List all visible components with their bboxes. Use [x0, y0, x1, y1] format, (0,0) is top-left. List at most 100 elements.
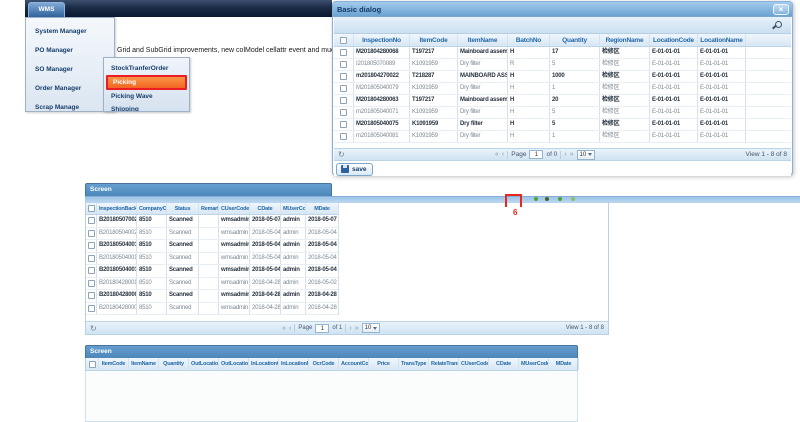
next-page-icon[interactable]: › — [564, 151, 566, 158]
refresh-icon[interactable]: ↻ — [90, 324, 97, 333]
dialog-titlebar[interactable]: Basic dialog — [333, 2, 792, 17]
submenu-item[interactable]: StockTranferOrder — [104, 62, 189, 75]
submenu-item[interactable]: Shipping — [104, 103, 189, 112]
save-button[interactable]: save — [336, 163, 373, 176]
column-header[interactable]: CDate — [489, 358, 519, 370]
column-header[interactable]: OcrCode — [309, 358, 339, 370]
select-all-checkbox[interactable] — [340, 37, 347, 44]
first-page-icon[interactable]: « — [495, 151, 499, 158]
table-row[interactable]: B201805040019 8510 Scanned wmsadmin 2018… — [86, 240, 338, 253]
column-header[interactable]: CUserCode — [459, 358, 489, 370]
menu-item[interactable]: SO Manager — [26, 60, 114, 79]
row-checkbox[interactable] — [88, 305, 95, 312]
column-header[interactable]: Quantity — [159, 358, 189, 370]
column-header[interactable]: Status — [167, 203, 199, 214]
column-header[interactable]: CompanyCode — [137, 203, 167, 214]
prev-page-icon[interactable]: ‹ — [502, 151, 504, 158]
next-page-icon[interactable]: › — [349, 325, 351, 332]
table-row[interactable]: m201805040071 K1091959 Dry filter H 5 检修… — [334, 107, 791, 119]
column-header[interactable]: ItemName — [129, 358, 159, 370]
column-header[interactable]: CDate — [250, 203, 281, 214]
green-dot-icon[interactable] — [534, 197, 538, 201]
table-row[interactable]: M201804280068 T197217 Mainboard assem H … — [334, 47, 791, 59]
select-all-checkbox[interactable] — [89, 361, 96, 368]
column-header[interactable]: MUserCode — [519, 358, 549, 370]
column-header[interactable]: Quantity — [550, 34, 600, 46]
row-checkbox[interactable] — [340, 61, 347, 68]
dark-dot-icon[interactable] — [545, 197, 549, 201]
column-header[interactable]: InspectionBack — [97, 203, 137, 214]
column-header[interactable]: LocationName — [698, 34, 746, 46]
submenu-item[interactable]: Picking — [106, 75, 187, 90]
menu-item[interactable]: System Manager — [26, 22, 114, 41]
column-header[interactable]: OutLocationNa — [219, 358, 249, 370]
column-header[interactable]: CUserCode — [219, 203, 250, 214]
table-row[interactable]: B201805040018 8510 Scanned wmsadmin 2018… — [86, 253, 338, 266]
inspection-window-titlebar[interactable]: Screen — [85, 183, 332, 196]
first-page-icon[interactable]: « — [282, 325, 286, 332]
column-header[interactable]: ItemCode — [410, 34, 458, 46]
row-checkbox[interactable] — [88, 255, 95, 262]
column-header[interactable]: OutLocationCo — [189, 358, 219, 370]
table-row[interactable]: m201805040081 K1091959 Dry filter H 1 检修… — [334, 131, 791, 143]
row-checkbox[interactable] — [340, 97, 347, 104]
row-checkbox[interactable] — [340, 121, 347, 128]
table-row[interactable]: B201804280008 8510 Scanned wmsadmin 2018… — [86, 290, 338, 303]
prev-page-icon[interactable]: ‹ — [289, 325, 291, 332]
row-checkbox[interactable] — [340, 85, 347, 92]
column-header[interactable]: ItemName — [458, 34, 508, 46]
row-checkbox[interactable] — [88, 230, 95, 237]
table-row[interactable]: B201804280011 8510 Scanned wmsadmin 2018… — [86, 278, 338, 291]
column-header[interactable]: Remark — [199, 203, 219, 214]
row-checkbox[interactable] — [340, 49, 347, 56]
column-header[interactable]: MUserCode — [281, 203, 306, 214]
column-header[interactable]: Price — [369, 358, 399, 370]
column-header[interactable]: MDate — [549, 358, 579, 370]
rows-per-page-select[interactable]: 10 — [362, 323, 381, 333]
rows-per-page-select[interactable]: 10 — [577, 150, 596, 160]
tab-wms[interactable]: WMS — [28, 2, 65, 17]
close-icon[interactable]: × — [773, 4, 789, 15]
row-checkbox[interactable] — [88, 242, 95, 249]
row-checkbox[interactable] — [340, 109, 347, 116]
column-header[interactable]: BatchNo — [508, 34, 550, 46]
column-header[interactable]: InLocationNam — [279, 358, 309, 370]
column-header[interactable]: RegionName — [600, 34, 650, 46]
table-row[interactable]: B201805040017 8510 Scanned wmsadmin 2018… — [86, 265, 338, 278]
table-row[interactable]: M201804280063 T197217 Mainboard assem H … — [334, 95, 791, 107]
row-checkbox[interactable] — [340, 73, 347, 80]
row-checkbox[interactable] — [88, 292, 95, 299]
submenu-item[interactable]: Picking Wave — [104, 90, 189, 103]
refresh-icon[interactable]: ↻ — [338, 150, 345, 159]
table-row[interactable]: M201805040079 K1091959 Dry filter H 1 检修… — [334, 83, 791, 95]
table-row[interactable]: B201805070028 8510 Scanned wmsadmin 2018… — [86, 215, 338, 228]
table-row[interactable]: m201804270022 T218287 MAINBOARD ASSE H 1… — [334, 71, 791, 83]
page-input[interactable]: 1 — [315, 324, 329, 333]
row-checkbox[interactable] — [88, 217, 95, 224]
menu-item[interactable]: PO Manager — [26, 41, 114, 60]
row-checkbox[interactable] — [88, 280, 95, 287]
column-header[interactable]: MDate — [306, 203, 339, 214]
table-row[interactable]: B201805040023 8510 Scanned wmsadmin 2018… — [86, 228, 338, 241]
last-page-icon[interactable]: » — [355, 325, 359, 332]
search-icon[interactable] — [775, 21, 782, 28]
menu-item[interactable]: Scrap Manage — [26, 98, 114, 117]
last-page-icon[interactable]: » — [570, 151, 574, 158]
detail-window-titlebar[interactable]: Screen — [85, 345, 578, 358]
column-header[interactable]: InspectionNo — [354, 34, 410, 46]
column-header[interactable]: AccountCode — [339, 358, 369, 370]
row-checkbox[interactable] — [340, 133, 347, 140]
table-row[interactable]: M201805040075 K1091959 Dry filter H 5 检修… — [334, 119, 791, 131]
table-row[interactable]: I201805070089 K1091959 Dry filter R 5 检修… — [334, 59, 791, 71]
column-header[interactable]: InLocationCod — [249, 358, 279, 370]
green-dot-icon[interactable] — [558, 197, 562, 201]
page-input[interactable]: 1 — [529, 150, 543, 159]
column-header[interactable]: LocationCode — [650, 34, 698, 46]
light-green-dot-icon[interactable] — [571, 197, 575, 201]
menu-item[interactable]: Order Manager — [26, 79, 114, 98]
row-checkbox[interactable] — [88, 267, 95, 274]
column-header[interactable]: ItemCode — [99, 358, 129, 370]
column-header[interactable]: TransType — [399, 358, 429, 370]
select-all-checkbox[interactable] — [88, 205, 95, 212]
table-row[interactable]: B201804280007 8510 Scanned wmsadmin 2018… — [86, 303, 338, 316]
